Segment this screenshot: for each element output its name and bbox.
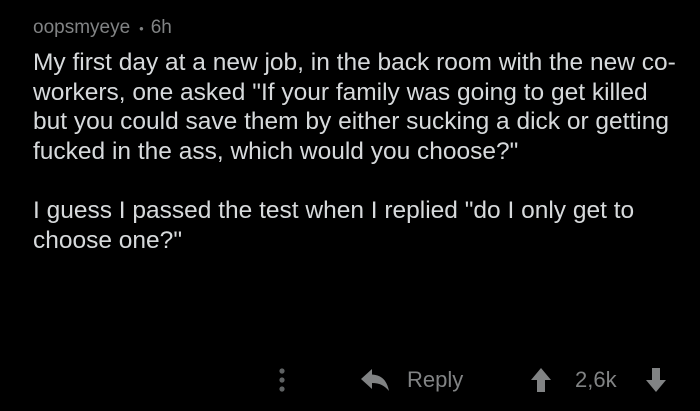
downvote-arrow-icon: [646, 368, 666, 392]
comment-age: 6h: [150, 17, 172, 38]
downvote-button[interactable]: [643, 365, 669, 395]
more-vertical-icon: [279, 368, 285, 392]
comment-action-bar: Reply 2,6k: [0, 360, 700, 400]
meta-separator: •: [139, 20, 144, 36]
comment-paragraph: My first day at a new job, in the back r…: [33, 49, 676, 165]
comment-body: My first day at a new job, in the back r…: [33, 48, 683, 255]
upvote-arrow-icon: [531, 368, 551, 392]
reply-label: Reply: [407, 367, 464, 392]
reply-arrow-icon: [360, 366, 390, 394]
comment-paragraph: I guess I passed the test when I replied…: [33, 196, 635, 254]
upvote-button[interactable]: [528, 365, 554, 395]
comment-header: oopsmyeye • 6h: [33, 16, 172, 40]
more-options-button[interactable]: [272, 365, 292, 395]
vote-score: 2,6k: [575, 367, 617, 392]
username-link[interactable]: oopsmyeye: [33, 17, 130, 39]
reply-button[interactable]: Reply: [360, 364, 463, 396]
